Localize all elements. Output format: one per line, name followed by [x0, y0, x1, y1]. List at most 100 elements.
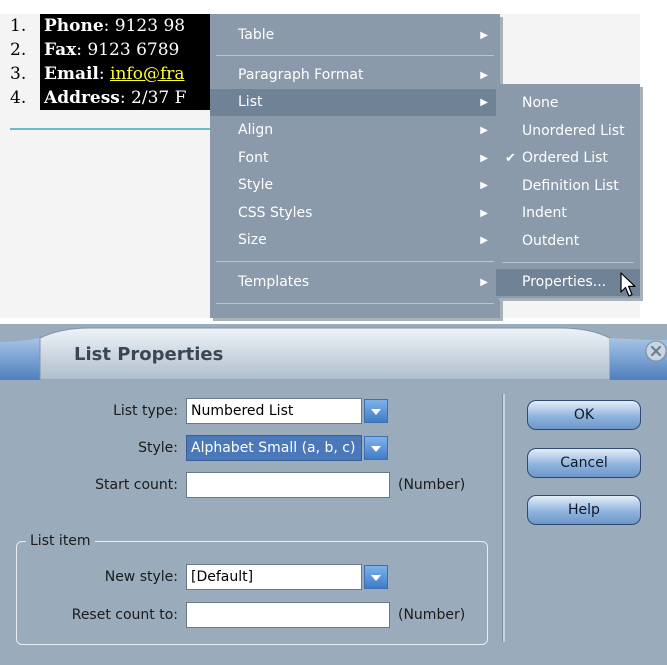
dialog-title: List Properties — [74, 344, 224, 365]
submenu-item-label: None — [522, 95, 559, 111]
list-number: 3. — [10, 64, 27, 84]
submenu-arrow-icon: ▶ — [480, 235, 488, 246]
list-item-value: : 9123 6789 — [76, 40, 180, 60]
list-item-text: Phone: 9123 98 — [40, 14, 218, 38]
list-item-email[interactable]: 3. Email: info@fra — [10, 62, 240, 86]
start-count-label: Start count: — [95, 477, 178, 493]
menu-separator — [502, 262, 634, 263]
vertical-divider — [502, 394, 505, 642]
submenu-item-unordered-list[interactable]: Unordered List — [496, 118, 640, 145]
menu-item-style[interactable]: Style ▶ — [210, 172, 500, 199]
submenu-arrow-icon: ▶ — [480, 153, 488, 164]
submenu-item-label: Definition List — [522, 178, 619, 194]
submenu-item-label: Outdent — [522, 233, 580, 249]
start-count-unit: (Number) — [398, 477, 466, 493]
submenu-arrow-icon: ▶ — [480, 277, 488, 288]
list-submenu: None Unordered List ✔ Ordered List Defin… — [496, 84, 640, 298]
menu-separator — [216, 303, 494, 304]
menu-item-templates[interactable]: Templates ▶ — [210, 269, 500, 296]
list-number: 4. — [10, 88, 27, 108]
list-item-text: Email: info@fra — [40, 62, 218, 86]
list-type-label: List type: — [113, 403, 178, 419]
menu-item-label: Templates — [238, 274, 310, 290]
menu-item-label: List — [238, 94, 263, 110]
submenu-item-label: Unordered List — [522, 123, 625, 139]
new-style-select[interactable]: [Default] — [186, 564, 362, 590]
submenu-item-label: Ordered List — [522, 150, 608, 166]
menu-item-label: Font — [238, 150, 269, 166]
list-item-text: Fax: 9123 6789 — [40, 38, 218, 62]
menu-item-label: Style — [238, 177, 274, 193]
chevron-down-icon — [371, 575, 381, 581]
style-label: Style: — [138, 440, 178, 456]
dialog-title-bar[interactable]: List Properties — [0, 324, 667, 380]
submenu-arrow-icon: ▶ — [480, 97, 488, 108]
menu-separator — [216, 55, 494, 56]
list-item-value: : — [98, 64, 111, 84]
submenu-arrow-icon: ▶ — [480, 125, 488, 136]
menu-item-list[interactable]: List ▶ — [210, 89, 500, 116]
reset-count-unit: (Number) — [398, 607, 466, 623]
list-underline — [10, 128, 215, 130]
new-style-dropdown-button[interactable] — [364, 565, 388, 589]
menu-item-label: Size — [238, 232, 267, 248]
list-item-value: : 2/37 F — [119, 88, 187, 108]
menu-item-table[interactable]: Table ▶ — [210, 22, 500, 49]
list-item-label: Fax — [44, 40, 77, 60]
submenu-item-properties[interactable]: Properties... — [496, 269, 640, 296]
ok-button[interactable]: OK — [527, 400, 641, 430]
submenu-arrow-icon: ▶ — [480, 30, 488, 41]
list-number: 2. — [10, 40, 27, 60]
list-item-phone[interactable]: 1. Phone: 9123 98 — [10, 14, 240, 38]
menu-item-label: CSS Styles — [238, 205, 313, 221]
submenu-item-indent[interactable]: Indent — [496, 200, 640, 227]
chevron-down-icon — [371, 446, 381, 452]
list-item-group — [16, 541, 488, 645]
checkmark-icon: ✔ — [505, 151, 516, 166]
list-properties-dialog: List Properties List type: Numbered List… — [0, 324, 667, 665]
menu-separator — [216, 261, 494, 262]
style-select[interactable]: Alphabet Small (a, b, c) — [186, 435, 362, 461]
style-dropdown-button[interactable] — [364, 436, 388, 460]
close-icon[interactable] — [645, 340, 667, 362]
list-item-address[interactable]: 4. Address: 2/37 F — [10, 86, 240, 110]
submenu-item-label: Indent — [522, 205, 567, 221]
submenu-item-outdent[interactable]: Outdent — [496, 228, 640, 255]
reset-count-input[interactable] — [186, 602, 390, 628]
submenu-item-none[interactable]: None — [496, 90, 640, 117]
new-style-label: New style: — [104, 569, 178, 585]
cancel-button[interactable]: Cancel — [527, 448, 641, 478]
list-item-legend: List item — [26, 532, 95, 550]
mouse-cursor-icon — [620, 272, 638, 302]
menu-item-css-styles[interactable]: CSS Styles ▶ — [210, 200, 500, 227]
menu-item-align[interactable]: Align ▶ — [210, 117, 500, 144]
submenu-item-ordered-list[interactable]: ✔ Ordered List — [496, 145, 640, 172]
submenu-arrow-icon: ▶ — [480, 180, 488, 191]
list-type-select[interactable]: Numbered List — [186, 398, 362, 424]
list-item-value: : 9123 98 — [103, 16, 186, 36]
menu-item-font[interactable]: Font ▶ — [210, 145, 500, 172]
menu-item-label: Table — [238, 27, 275, 43]
menu-item-label: Align — [238, 122, 274, 138]
list-type-dropdown-button[interactable] — [364, 399, 388, 423]
submenu-item-label: Properties... — [522, 274, 607, 290]
email-link[interactable]: info@fra — [110, 64, 184, 84]
submenu-arrow-icon: ▶ — [480, 70, 488, 81]
editor-area: 1. Phone: 9123 98 2. Fax: 9123 6789 3. E… — [0, 0, 667, 318]
ordered-list[interactable]: 1. Phone: 9123 98 2. Fax: 9123 6789 3. E… — [10, 14, 240, 110]
help-button[interactable]: Help — [527, 495, 641, 525]
submenu-item-definition-list[interactable]: Definition List — [496, 173, 640, 200]
list-item-fax[interactable]: 2. Fax: 9123 6789 — [10, 38, 240, 62]
submenu-arrow-icon: ▶ — [480, 208, 488, 219]
menu-item-label: Paragraph Format — [238, 67, 364, 83]
list-item-label: Phone — [44, 16, 104, 36]
menu-item-size[interactable]: Size ▶ — [210, 227, 500, 254]
start-count-input[interactable] — [186, 472, 390, 498]
context-menu: Table ▶ Paragraph Format ▶ List ▶ Align … — [210, 14, 500, 318]
list-item-text: Address: 2/37 F — [40, 86, 218, 110]
menu-item-paragraph-format[interactable]: Paragraph Format ▶ — [210, 62, 500, 89]
list-item-label: Email — [44, 64, 99, 84]
reset-count-label: Reset count to: — [71, 607, 178, 623]
list-item-label: Address — [44, 88, 120, 108]
chevron-down-icon — [371, 409, 381, 415]
